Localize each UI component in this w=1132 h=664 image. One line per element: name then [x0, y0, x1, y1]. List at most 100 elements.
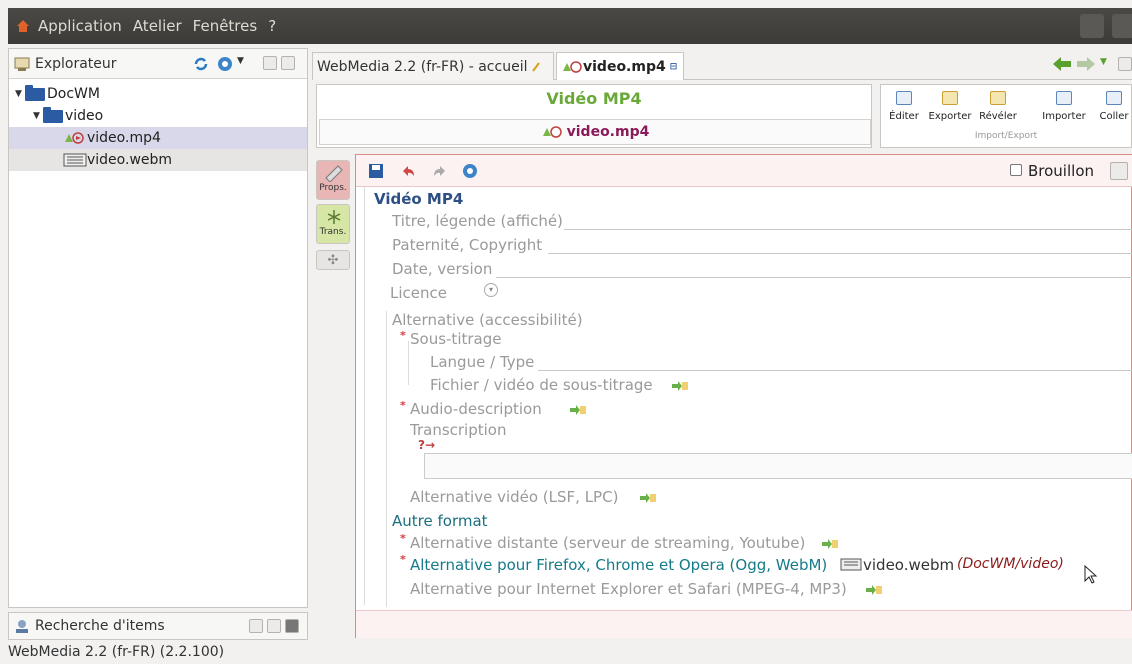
tree-item-video-mp4[interactable]: video.mp4: [9, 127, 307, 149]
mouse-cursor-icon: [1084, 565, 1098, 584]
menu-strip: Application Atelier Fenêtres ?: [8, 8, 1132, 44]
document-header: Vidéo MP4 video.mp4: [316, 84, 872, 148]
reveal-button[interactable]: Révéler: [975, 91, 1021, 122]
file-name-label: video.mp4: [566, 124, 650, 140]
document-file-name: video.mp4: [319, 119, 871, 145]
tab-label: WebMedia 2.2 (fr-FR) - accueil: [317, 58, 528, 75]
side-tabs: Props. Trans. ✣: [312, 154, 354, 610]
tab-video-mp4[interactable]: video.mp4 ⊟: [556, 52, 684, 80]
editor-tab-bar: WebMedia 2.2 (fr-FR) - accueil video.mp4…: [312, 48, 1132, 80]
expand-icon[interactable]: ▼: [15, 89, 25, 99]
licence-select-icon[interactable]: ▾: [484, 283, 498, 297]
field-title-label: Titre, légende (affiché): [392, 212, 563, 230]
menu-help[interactable]: ?: [268, 17, 276, 35]
maximize-button[interactable]: [267, 619, 281, 633]
field-licence-label: Licence: [390, 284, 447, 302]
field-authorship-input[interactable]: [548, 253, 1132, 254]
import-label: Importer: [1042, 111, 1086, 122]
import-button[interactable]: Importer: [1041, 91, 1087, 122]
toolbox-group-label: Import/Export: [974, 131, 1038, 141]
tab-trans[interactable]: Trans.: [316, 204, 350, 244]
paste-label: Coller: [1099, 111, 1129, 122]
search-title: Recherche d'items: [35, 618, 165, 634]
forward-arrow-icon[interactable]: [1076, 56, 1096, 72]
menu-application[interactable]: Application: [38, 17, 122, 35]
tree-item-label: video.mp4: [87, 130, 161, 146]
user-tool-icon[interactable]: [1080, 14, 1104, 38]
field-date-input[interactable]: [496, 277, 1132, 278]
transform-icon: [327, 210, 341, 224]
alt-remote-label: Alternative distante (serveur de streami…: [410, 534, 806, 552]
reveal-label: Révéler: [979, 111, 1017, 122]
minimize-button[interactable]: [263, 56, 277, 70]
options-icon[interactable]: [217, 56, 233, 72]
minimize-button[interactable]: [249, 619, 263, 633]
add-tab-button[interactable]: ✣: [316, 250, 350, 270]
menu-atelier[interactable]: Atelier: [133, 17, 182, 35]
redo-icon[interactable]: [432, 163, 448, 179]
tree-item-docwm[interactable]: ▼ DocWM: [15, 83, 100, 105]
add-reference-icon[interactable]: [672, 381, 688, 391]
maximize-button[interactable]: [281, 56, 295, 70]
tree-item-video-folder[interactable]: ▼ video: [33, 105, 103, 127]
chevron-down-icon[interactable]: ▼: [237, 56, 244, 66]
add-reference-icon[interactable]: [640, 493, 656, 503]
options-icon[interactable]: [462, 163, 478, 179]
add-reference-icon[interactable]: [822, 539, 838, 549]
tree-item-label: video: [65, 108, 104, 124]
export-button[interactable]: Exporter: [927, 91, 973, 122]
explorer-icon: [14, 57, 30, 71]
tab-menu-icon[interactable]: ⊟: [670, 62, 678, 72]
pin-icon: [532, 61, 541, 72]
other-format-label: Autre format: [392, 512, 488, 530]
draft-checkbox[interactable]: [1010, 164, 1022, 176]
tab-props[interactable]: Props.: [316, 160, 350, 200]
undo-icon[interactable]: [400, 163, 416, 179]
edit-label: Éditer: [889, 111, 919, 122]
close-button[interactable]: [285, 619, 299, 633]
refresh-icon[interactable]: [193, 56, 209, 72]
chevron-down-icon[interactable]: ▼: [1100, 57, 1107, 67]
expand-icon[interactable]: ▼: [33, 111, 43, 121]
paste-icon: [1106, 91, 1122, 105]
properties-icon: [325, 165, 343, 182]
search-panel[interactable]: Recherche d'items: [8, 612, 308, 640]
document-type-title: Vidéo MP4: [546, 89, 642, 108]
field-date-label: Date, version: [392, 260, 493, 278]
mp4-video-icon: [563, 60, 582, 73]
transcription-input[interactable]: [424, 453, 1132, 479]
field-title-input[interactable]: [564, 229, 1132, 230]
paste-button[interactable]: Coller: [1091, 91, 1132, 122]
required-star: *: [400, 329, 406, 342]
lang-type-input[interactable]: [538, 370, 1132, 371]
webm-video-icon: [840, 558, 862, 571]
audio-desc-label: Audio-description: [410, 400, 542, 418]
add-reference-icon[interactable]: [866, 585, 882, 595]
back-arrow-icon[interactable]: [1052, 56, 1072, 72]
home-icon[interactable]: [16, 19, 30, 33]
menu-fenetres[interactable]: Fenêtres: [193, 17, 258, 35]
folder-icon: [43, 106, 63, 123]
section-video-mp4: Vidéo MP4: [374, 190, 464, 208]
add-reference-icon[interactable]: [570, 405, 586, 415]
tree-item-label: video.webm: [87, 152, 173, 168]
explorer-header: Explorateur ▼: [9, 49, 307, 79]
edit-icon: [896, 91, 912, 105]
mp4-video-icon: [542, 126, 562, 138]
tab-home[interactable]: WebMedia 2.2 (fr-FR) - accueil: [312, 52, 554, 80]
alt-firefox-path: (DocWM/video): [957, 556, 1064, 572]
required-star: *: [400, 399, 406, 412]
tree-guide: [408, 341, 409, 385]
tree-guide: [364, 187, 365, 605]
import-export-toolbox: Éditer Exporter Révéler Importer Coller …: [880, 84, 1132, 148]
save-icon[interactable]: [368, 163, 384, 179]
maximize-editor-button[interactable]: [1110, 162, 1128, 180]
session-icon[interactable]: [1112, 14, 1132, 38]
alt-firefox-file[interactable]: video.webm: [863, 556, 954, 574]
editor-toolbar: Brouillon: [356, 155, 1132, 187]
menu-bar: Application Atelier Fenêtres ?: [0, 0, 1132, 44]
tree-item-video-webm[interactable]: video.webm: [9, 149, 307, 171]
help-arrow-icon[interactable]: ?→: [418, 438, 435, 452]
maximize-button[interactable]: [1118, 57, 1132, 71]
edit-button[interactable]: Éditer: [881, 91, 927, 122]
